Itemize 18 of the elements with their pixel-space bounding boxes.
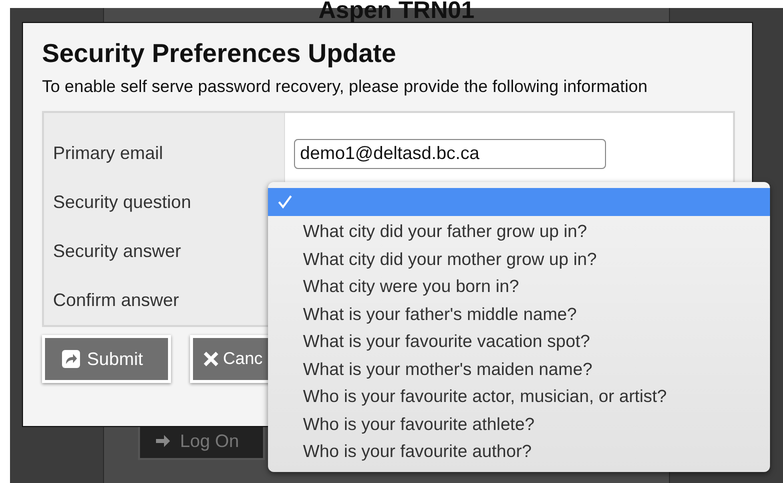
- menu-option[interactable]: Who is your favourite athlete?: [268, 410, 770, 438]
- email-field[interactable]: demo1@deltasd.bc.ca: [294, 138, 606, 168]
- instructions-text: To enable self serve password recovery, please provide the following information: [42, 77, 648, 97]
- checkmark-icon: [277, 194, 293, 210]
- submit-button[interactable]: Submit: [42, 335, 171, 383]
- menu-option[interactable]: What city did your mother grow up in?: [268, 246, 770, 273]
- field-label: Security question: [53, 192, 192, 213]
- dialog-title: Security Preferences Update: [42, 38, 398, 69]
- menu-option[interactable]: What city were you born in?: [268, 273, 770, 300]
- field-label: Primary email: [53, 143, 164, 164]
- menu-option[interactable]: What city did your father grow up in?: [268, 218, 770, 246]
- menu-option[interactable]: Who is your favourite actor, musician, or artist?: [268, 383, 770, 410]
- close-icon: [203, 351, 219, 367]
- field-label: Security answer: [53, 241, 182, 262]
- field-label: Confirm answer: [53, 290, 180, 311]
- menu-option[interactable]: [268, 188, 770, 216]
- menu-option[interactable]: Who is your favourite author?: [268, 438, 770, 466]
- menu-option[interactable]: What is your father's middle name?: [268, 300, 770, 328]
